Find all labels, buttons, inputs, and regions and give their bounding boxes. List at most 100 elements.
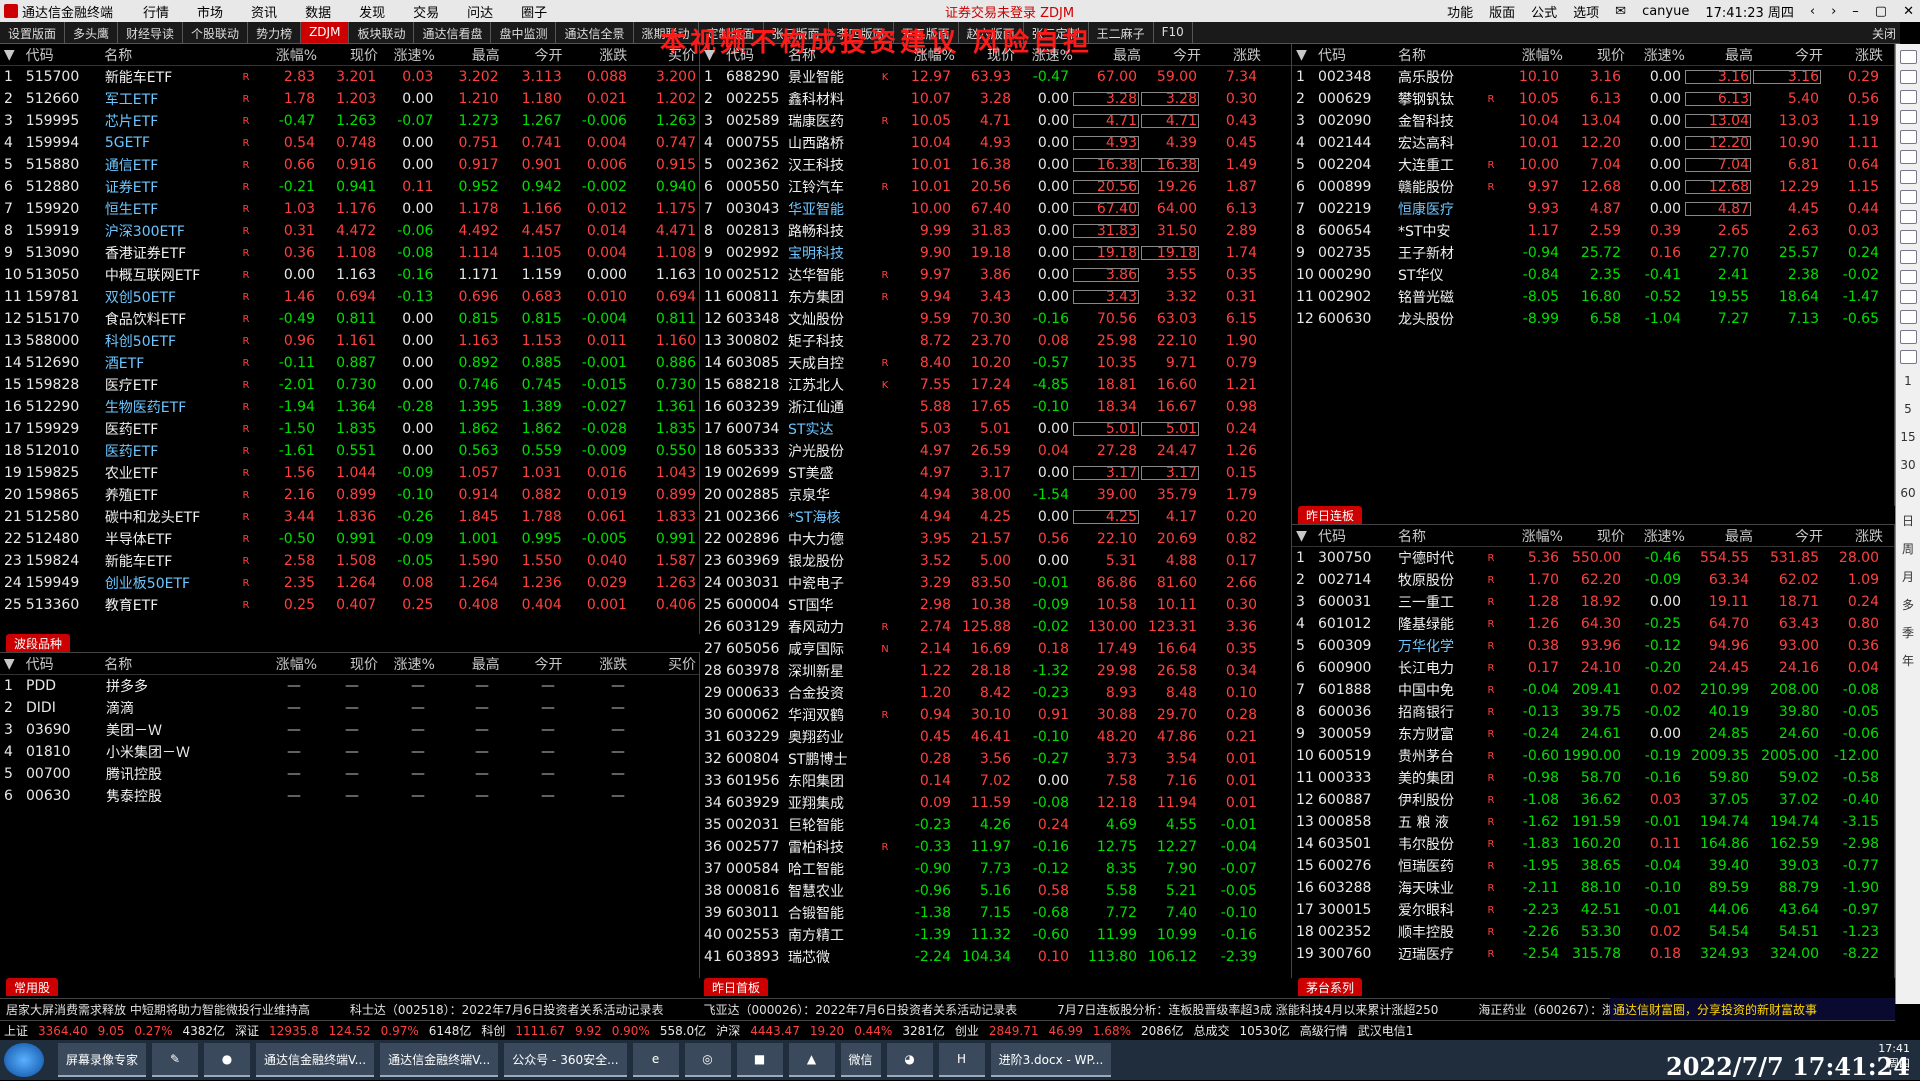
table-row[interactable]: 20 159865 养殖ETF R 2.16 0.899 -0.10 0.914 0.882 0.… (0, 484, 699, 506)
table-row[interactable]: 17 600734 ST实达 5.03 5.01 0.00 5.01 5.01 0.24 (700, 418, 1291, 440)
table-row[interactable]: 10 002512 达华智能 R 9.97 3.86 0.00 3.86 3.55 0.35 (700, 264, 1291, 286)
stock-name[interactable]: 碳中和龙头ETF (101, 507, 239, 527)
stock-name[interactable]: 龙头股份 (1394, 309, 1484, 329)
table-row[interactable]: 25 513360 教育ETF R 0.25 0.407 0.25 0.408 0.404 0.0… (0, 594, 699, 616)
table-row[interactable]: 17 159929 医药ETF R -1.50 1.835 0.00 1.862 1.862 -0… (0, 418, 699, 440)
stock-name[interactable]: 迈瑞医疗 (1394, 944, 1484, 964)
stock-code[interactable]: 002144 (1314, 135, 1394, 151)
table-row[interactable]: 9 002735 王子新材 -0.94 25.72 0.16 27.70 25.57 0.24 (1292, 242, 1894, 264)
table-row[interactable]: 12 603348 文灿股份 9.59 70.30 -0.16 70.56 63.03 6.15 (700, 308, 1291, 330)
table-row[interactable]: 18 512010 医药ETF R -1.61 0.551 0.00 0.563 0.559 -0… (0, 440, 699, 462)
stock-name[interactable]: 隆基绿能 (1394, 614, 1484, 634)
table-row[interactable]: 14 603501 韦尔股份 R -1.83 160.20 0.11 164.86 162.59… (1292, 833, 1894, 855)
column-header[interactable]: 代码 (722, 45, 784, 65)
stock-code[interactable]: 603969 (722, 553, 784, 569)
stock-code[interactable]: 002219 (1314, 201, 1394, 217)
stock-name[interactable]: 医药ETF (101, 419, 239, 439)
table-row[interactable]: 6 512880 证券ETF R -0.21 0.941 0.11 0.952 0.942 -0.… (0, 176, 699, 198)
stock-name[interactable]: 路畅科技 (784, 221, 878, 241)
table-row[interactable]: 13 588000 科创50ETF R 0.96 1.161 0.00 1.163 1.153 0… (0, 330, 699, 352)
toolbar-tool-icon[interactable] (1899, 310, 1917, 324)
menu-item-quotes[interactable]: 行情 (143, 2, 169, 21)
table-row[interactable]: 2 002255 鑫科材料 10.07 3.28 0.00 3.28 3.28 0.30 (700, 88, 1291, 110)
table-row[interactable]: 35 002031 巨轮智能 -0.23 4.26 0.24 4.69 4.55 -0.01 (700, 814, 1291, 836)
stock-name[interactable]: 宁德时代 (1394, 548, 1484, 568)
stock-code[interactable]: 002896 (722, 531, 784, 547)
table-row[interactable]: 12 600887 伊利股份 R -1.08 36.62 0.03 37.05 37.02 -0.… (1292, 789, 1894, 811)
table-row[interactable]: 4 159994 5GETF R 0.54 0.748 0.00 0.751 0.741 0.00… (0, 132, 699, 154)
table-row[interactable]: 1 PDD 拼多多 — — — — — — (0, 675, 699, 697)
menu-item-market[interactable]: 市场 (197, 2, 223, 21)
taskbar-recorder[interactable]: 屏幕录像专家 (58, 1043, 147, 1077)
panel-title-streak[interactable]: 昨日连板 (1298, 506, 1363, 524)
stock-name[interactable]: 酒ETF (101, 353, 239, 373)
table-row[interactable]: 30 600062 华润双鹤 R 0.94 30.10 0.91 30.88 29.70 0.28 (700, 704, 1291, 726)
table-row[interactable]: 27 605056 咸亨国际 N 2.14 16.69 0.18 17.49 16.64 0.35 (700, 638, 1291, 660)
index-value[interactable]: 深证 (235, 1022, 259, 1039)
stock-name[interactable]: 中大力德 (784, 529, 878, 549)
toolbar-tool-icon[interactable] (1899, 270, 1917, 284)
menu-options[interactable]: 选项 (1573, 2, 1599, 21)
toolbar-tool-icon[interactable] (1899, 230, 1917, 244)
stock-name[interactable]: 浙江仙通 (784, 397, 878, 417)
column-header[interactable]: 代码 (1314, 45, 1394, 65)
stock-name[interactable]: 香港证券ETF (101, 243, 239, 263)
stock-name[interactable]: 小米集团－Ｗ (102, 742, 242, 762)
toolbar-tool-icon[interactable] (1899, 150, 1917, 164)
column-header[interactable]: 名称 (100, 654, 237, 674)
taskbar-app-icon[interactable]: ✎ (152, 1043, 199, 1077)
stock-name[interactable]: 半导体ETF (101, 529, 239, 549)
stock-name[interactable]: 景业智能 (784, 67, 878, 87)
stock-name[interactable]: 中瓷电子 (784, 573, 878, 593)
column-header[interactable]: 名称 (784, 45, 878, 65)
stock-name[interactable]: 牧原股份 (1394, 570, 1484, 590)
table-row[interactable]: 22 002896 中大力德 3.95 21.57 0.56 22.10 20.69 0.82 (700, 528, 1291, 550)
stock-code[interactable]: 002735 (1314, 245, 1394, 261)
stock-code[interactable]: 600900 (1314, 660, 1394, 676)
table-row[interactable]: 31 603229 奥翔药业 0.45 46.41 -0.10 48.20 47.86 0.21 (700, 726, 1291, 748)
stock-name[interactable]: 山西路桥 (784, 133, 878, 153)
stock-name[interactable]: 伊利股份 (1394, 790, 1484, 810)
stock-name[interactable]: 雷柏科技 (784, 837, 878, 857)
table-row[interactable]: 9 300059 东方财富 R -0.24 24.61 0.00 24.85 24.60 -0.0… (1292, 723, 1894, 745)
column-header[interactable]: 代码 (22, 45, 101, 65)
stock-name[interactable]: 5GETF (101, 135, 239, 151)
table-row[interactable]: 7 003043 华亚智能 10.00 67.40 0.00 67.40 64.00 6.13 (700, 198, 1291, 220)
stock-code[interactable]: 159781 (22, 289, 101, 305)
stock-name[interactable]: 腾讯控股 (102, 764, 242, 784)
table-row[interactable]: 10 000290 ST华仪 -0.84 2.35 -0.41 2.41 2.38 -0.02 (1292, 264, 1894, 286)
column-header[interactable]: 买价 (630, 654, 699, 674)
period-button[interactable]: 季 (1896, 622, 1920, 644)
stock-name[interactable]: 金智科技 (1394, 111, 1484, 131)
period-button[interactable]: 15 (1896, 426, 1920, 448)
column-header[interactable]: 涨速% (1018, 45, 1076, 65)
stock-code[interactable]: 300015 (1314, 902, 1394, 918)
table-row[interactable]: 5 00700 腾讯控股 — — — — — — (0, 763, 699, 785)
stock-name[interactable]: 南方精工 (784, 925, 878, 945)
period-button[interactable]: 多 (1896, 594, 1920, 616)
stock-code[interactable]: 003043 (722, 201, 784, 217)
stock-code[interactable]: 01810 (22, 744, 102, 760)
taskbar-tdx-1[interactable]: 通达信金融终端V... (256, 1043, 375, 1077)
stock-code[interactable]: 002031 (722, 817, 784, 833)
sort-arrow-icon[interactable]: ▼ (700, 47, 722, 63)
taskbar-tdx-2[interactable]: 通达信金融终端V... (380, 1043, 499, 1077)
column-header[interactable]: 涨幅% (255, 45, 320, 65)
table-row[interactable]: 11 159781 双创50ETF R 1.46 0.694 -0.13 0.696 0.683… (0, 286, 699, 308)
stock-code[interactable]: 603929 (722, 795, 784, 811)
table-row[interactable]: 38 000816 智慧农业 -0.96 5.16 0.58 5.58 5.21 -0.05 (700, 880, 1291, 902)
column-header[interactable]: 涨幅% (1502, 526, 1566, 546)
table-row[interactable]: 1 515700 新能车ETF R 2.83 3.201 0.03 3.202 3.113 0.0… (0, 66, 699, 88)
table-row[interactable]: 11 002902 铭普光磁 -8.05 16.80 -0.52 19.55 18.64 -1.… (1292, 286, 1894, 308)
table-row[interactable]: 5 002362 汉王科技 10.01 16.38 0.00 16.38 16.38 1.49 (700, 154, 1291, 176)
menu-item-data[interactable]: 数据 (305, 2, 331, 21)
column-header[interactable]: 现价 (1566, 45, 1628, 65)
stock-code[interactable]: 512690 (22, 355, 101, 371)
stock-name[interactable]: 京泉华 (784, 485, 878, 505)
table-row[interactable]: 14 603085 天成自控 R 8.40 10.20 -0.57 10.35 9.71 0.79 (700, 352, 1291, 374)
stock-name[interactable]: 长江电力 (1394, 658, 1484, 678)
table-row[interactable]: 7 159920 恒生ETF R 1.03 1.176 0.00 1.178 1.166 0.01… (0, 198, 699, 220)
stock-name[interactable]: ST实达 (784, 419, 878, 439)
stock-name[interactable]: 拼多多 (102, 676, 242, 696)
table-row[interactable]: 3 002090 金智科技 10.04 13.04 0.00 13.04 13.03 1.19 (1292, 110, 1894, 132)
